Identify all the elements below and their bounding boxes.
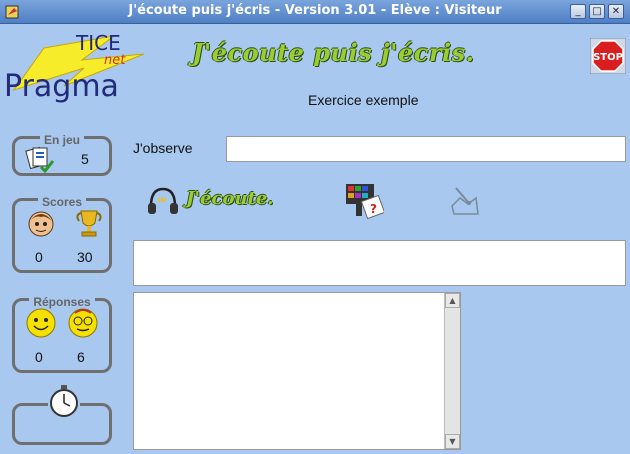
headphones-icon: [148, 187, 178, 214]
en-jeu-count: 5: [81, 151, 89, 167]
smiley-icon: [26, 308, 56, 338]
panel-scores: Scores 0 30: [12, 195, 112, 273]
svg-text:net: net: [104, 53, 126, 68]
svg-text:?: ?: [370, 202, 377, 216]
stop-button[interactable]: STOP: [590, 38, 626, 74]
student-face-icon: [28, 211, 54, 237]
window-title: J'écoute puis j'écris - Version 3.01 - E…: [128, 3, 502, 18]
svg-text:Pragma: Pragma: [4, 69, 119, 104]
ecoute-button[interactable]: J'écoute.: [146, 184, 316, 218]
answer-field[interactable]: [133, 240, 626, 286]
title-bar: J'écoute puis j'écris - Version 3.01 - E…: [0, 0, 630, 24]
scroll-up-icon[interactable]: ▲: [445, 293, 460, 308]
trophy-icon: [76, 210, 102, 237]
stop-label: STOP: [593, 52, 623, 63]
ecoute-label: J'écoute.: [186, 188, 274, 209]
close-button[interactable]: ✕: [608, 4, 624, 19]
reponses-correct: 0: [35, 349, 43, 365]
exercise-title: Exercice exemple: [308, 92, 419, 108]
text-area[interactable]: ▲ ▼: [133, 292, 461, 450]
maximize-button[interactable]: □: [589, 4, 605, 19]
write-hand-icon[interactable]: [446, 184, 482, 218]
panel-reponses: Réponses 0 6: [12, 295, 112, 373]
cards-icon: [25, 146, 55, 173]
observe-field[interactable]: [226, 136, 626, 162]
observe-label: J'observe: [133, 140, 193, 156]
pragma-logo: TICE net Pragma: [4, 31, 145, 104]
panel-en-jeu: En jeu 5: [12, 133, 112, 176]
minimize-button[interactable]: _: [570, 4, 586, 19]
stopwatch-icon: [48, 384, 80, 418]
keyboard-icon[interactable]: ?: [344, 182, 384, 220]
panel-timer: [12, 384, 112, 445]
smiley-glasses-icon: [68, 308, 98, 338]
scroll-down-icon[interactable]: ▼: [445, 434, 460, 449]
score-student: 0: [35, 249, 43, 265]
score-trophy: 30: [77, 249, 93, 265]
vertical-scrollbar[interactable]: ▲ ▼: [444, 293, 460, 449]
svg-text:TICE: TICE: [75, 31, 121, 55]
app-heading: J'écoute puis j'écris.: [192, 38, 475, 67]
reponses-wrong: 6: [77, 349, 85, 365]
